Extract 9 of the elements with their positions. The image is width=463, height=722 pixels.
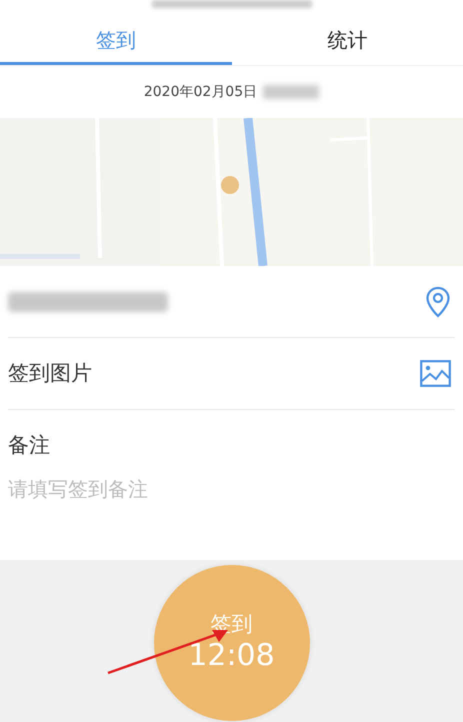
- tab[interactable]: 统计: [232, 20, 463, 65]
- tab[interactable]: 签到: [0, 20, 232, 65]
- note-field[interactable]: 请填写签到备注: [8, 474, 455, 504]
- image-icon[interactable]: [420, 360, 451, 387]
- row-label: 签到图片: [8, 360, 92, 387]
- note-label: 备注: [8, 432, 50, 459]
- redacted-text: [263, 85, 320, 99]
- location-pin-icon[interactable]: [425, 286, 451, 318]
- date-text: 2020年02月05日: [144, 82, 258, 102]
